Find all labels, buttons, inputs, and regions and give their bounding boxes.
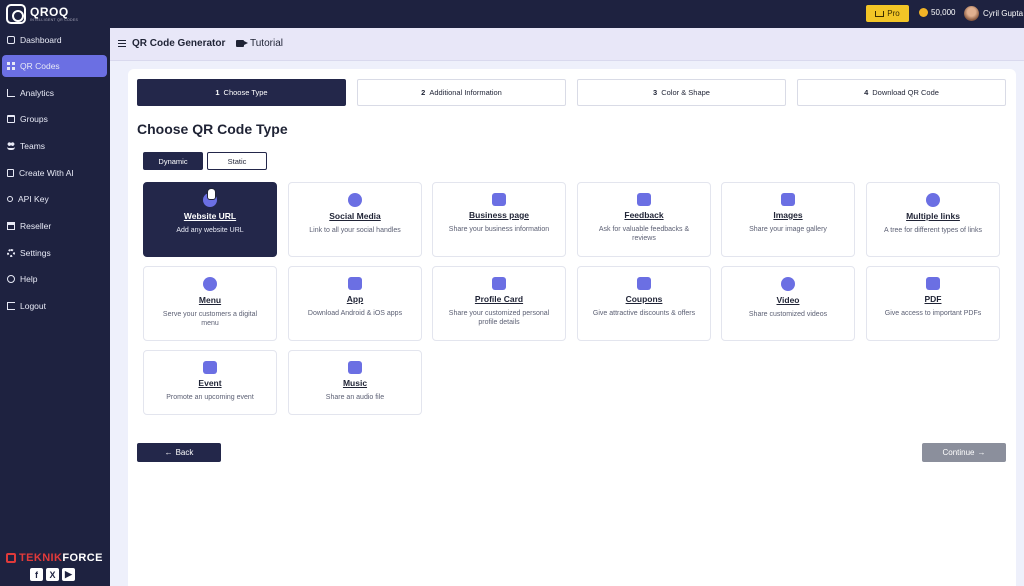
video-icon[interactable] — [236, 40, 248, 47]
page-title: QR Code Generator — [132, 38, 226, 49]
feedback-icon — [637, 193, 651, 206]
sidebar-item-teams[interactable]: Teams — [2, 135, 107, 157]
people-icon — [7, 142, 15, 150]
dynamic-toggle[interactable]: Dynamic — [143, 152, 203, 170]
tile-video[interactable]: Video Share customized videos — [721, 266, 855, 341]
tile-feedback[interactable]: Feedback Ask for valuable feedbacks & re… — [577, 182, 711, 257]
tile-multiple-links[interactable]: Multiple links A tree for different type… — [866, 182, 1000, 257]
sidebar-item-settings[interactable]: Settings — [2, 242, 107, 264]
link-icon — [926, 193, 940, 207]
coin-icon — [919, 8, 928, 17]
pro-label: Pro — [887, 9, 900, 18]
folder-icon — [7, 115, 15, 123]
qr-logo-icon — [6, 4, 26, 24]
tile-profile-card[interactable]: Profile Card Share your customized perso… — [432, 266, 566, 341]
help-icon — [7, 275, 15, 283]
hamburger-icon[interactable] — [118, 40, 126, 47]
credits-value: 50,000 — [931, 8, 956, 17]
sidebar-item-dashboard[interactable]: Dashboard — [2, 29, 107, 51]
sidebar-item-analytics[interactable]: Analytics — [2, 82, 107, 104]
share-icon — [348, 193, 362, 207]
tile-pdf[interactable]: PDF Give access to important PDFs — [866, 266, 1000, 341]
coupon-icon — [637, 277, 651, 290]
tile-event[interactable]: Event Promote an upcoming event — [143, 350, 277, 415]
image-icon — [781, 193, 795, 206]
store-icon — [7, 222, 15, 230]
x-icon[interactable]: X — [46, 568, 59, 581]
sidebar-item-qr-codes[interactable]: QR Codes — [2, 55, 107, 77]
sidebar: Dashboard QR Codes Analytics Groups Team… — [0, 28, 110, 586]
tile-music[interactable]: Music Share an audio file — [288, 350, 422, 415]
user-menu[interactable]: Cyril Gupta — [964, 6, 1023, 21]
menu-icon — [203, 277, 217, 291]
qr-wizard-card: 1 Choose Type 2 Additional Information 3… — [128, 69, 1016, 586]
document-icon — [7, 169, 14, 177]
sidebar-item-groups[interactable]: Groups — [2, 108, 107, 130]
tile-business-page[interactable]: Business page Share your business inform… — [432, 182, 566, 257]
key-icon — [7, 196, 13, 202]
briefcase-icon — [492, 193, 506, 206]
sidebar-item-help[interactable]: Help — [2, 268, 107, 290]
profile-card-icon — [492, 277, 506, 290]
step-additional-information[interactable]: 2 Additional Information — [357, 79, 566, 106]
chart-icon — [7, 89, 15, 97]
calendar-icon — [203, 361, 217, 374]
section-title: Choose QR Code Type — [137, 121, 288, 137]
sidebar-item-logout[interactable]: Logout — [2, 295, 107, 317]
cursor-icon — [207, 188, 216, 200]
phone-icon — [348, 277, 362, 290]
tutorial-link[interactable]: Tutorial — [250, 38, 283, 49]
page-header: QR Code Generator Tutorial — [110, 28, 1024, 61]
logo-tagline: INTELLIGENT QR CODES — [30, 17, 79, 22]
pdf-icon — [926, 277, 940, 290]
social-links: f X ▶ — [30, 568, 75, 581]
tile-social-media[interactable]: Social Media Link to all your social han… — [288, 182, 422, 257]
continue-button[interactable]: Continue → — [922, 443, 1006, 462]
top-bar: QROQ INTELLIGENT QR CODES Pro 50,000 Cyr… — [0, 0, 1024, 28]
arrow-right-icon: → — [977, 448, 986, 457]
pro-button[interactable]: Pro — [866, 5, 909, 22]
logo-name: QROQ — [30, 4, 69, 19]
step-download-qr-code[interactable]: 4 Download QR Code — [797, 79, 1006, 106]
app-logo[interactable]: QROQ INTELLIGENT QR CODES — [6, 4, 78, 24]
teknikforce-brand: TEKNIKFORCE — [6, 552, 103, 564]
music-icon — [348, 361, 362, 374]
teknikforce-logo-icon — [6, 553, 16, 563]
sidebar-item-api-key[interactable]: API Key — [2, 188, 107, 210]
facebook-icon[interactable]: f — [30, 568, 43, 581]
tile-coupons[interactable]: Coupons Give attractive discounts & offe… — [577, 266, 711, 341]
play-icon — [781, 277, 795, 291]
user-name: Cyril Gupta — [983, 9, 1024, 18]
tile-menu[interactable]: Menu Serve your customers a digital menu — [143, 266, 277, 341]
credits-balance: 50,000 — [919, 8, 955, 17]
crown-icon — [875, 10, 885, 17]
static-toggle[interactable]: Static — [207, 152, 267, 170]
step-choose-type[interactable]: 1 Choose Type — [137, 79, 346, 106]
logout-icon — [7, 302, 15, 310]
brand-left: TEKNIK — [19, 552, 63, 564]
brand-right: FORCE — [62, 552, 103, 564]
dashboard-icon — [7, 36, 15, 44]
tile-website-url[interactable]: Website URL Add any website URL — [143, 182, 277, 257]
avatar — [964, 6, 979, 21]
tile-app[interactable]: App Download Android & iOS apps — [288, 266, 422, 341]
step-color-shape[interactable]: 3 Color & Shape — [577, 79, 786, 106]
youtube-icon[interactable]: ▶ — [62, 568, 75, 581]
sidebar-item-reseller[interactable]: Reseller — [2, 215, 107, 237]
gear-icon — [7, 249, 15, 257]
tile-images[interactable]: Images Share your image gallery — [721, 182, 855, 257]
grid-icon — [7, 62, 15, 70]
back-button[interactable]: ← Back — [137, 443, 221, 462]
arrow-left-icon: ← — [164, 448, 173, 457]
sidebar-item-create-with-ai[interactable]: Create With AI — [2, 162, 107, 184]
